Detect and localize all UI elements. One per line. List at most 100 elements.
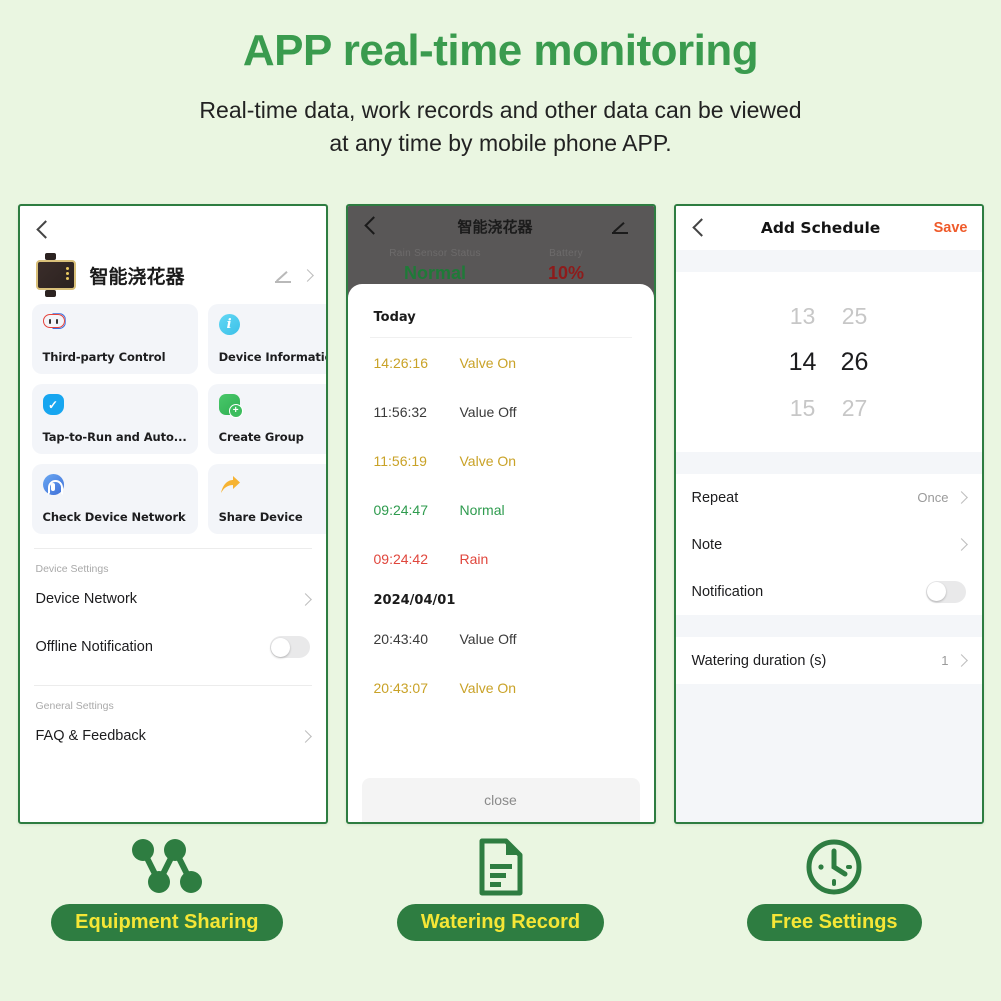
stat-value: 10% (547, 263, 585, 283)
pencil-icon[interactable] (274, 267, 291, 284)
grid-card-label: Third-party Control (42, 350, 166, 364)
log-entry: 20:43:40 Value Off (374, 614, 628, 663)
log-entry: 11:56:32 Value Off (374, 387, 628, 436)
empty-area (675, 684, 982, 822)
chevron-right-icon (298, 592, 312, 606)
document-lines-icon (476, 836, 526, 898)
stat-value: Normal (403, 263, 466, 283)
notification-toggle[interactable] (925, 580, 966, 603)
phone-screenshots-row: 智能浇花器 Third-party Control i Device Infor… (0, 204, 1001, 824)
grid-card-device-information[interactable]: i Device Information (207, 304, 326, 374)
log-time: 20:43:07 (373, 679, 429, 696)
row-label: Offline Notification (35, 639, 153, 655)
save-button[interactable]: Save (934, 220, 968, 236)
grid-card-label: Device Information (218, 350, 326, 364)
log-time: 11:56:19 (373, 452, 427, 469)
grid-card-tap-to-run[interactable]: ✓ Tap-to-Run and Auto... (31, 384, 198, 454)
log-entry: 14:26:16 Valve On (374, 338, 628, 387)
stat-battery: Battery 10% (501, 248, 632, 284)
chevron-right-icon (300, 268, 314, 282)
row-note[interactable]: Note (676, 521, 982, 568)
time-picker-row-above[interactable]: 13 25 (786, 303, 872, 330)
device-action-grid: Third-party Control i Device Information… (20, 304, 326, 534)
log-time: 09:24:42 (373, 550, 429, 567)
log-event: Valve On (459, 452, 517, 469)
grid-card-label: Tap-to-Run and Auto... (42, 430, 187, 444)
spacer (675, 615, 982, 637)
log-event: Normal (459, 501, 505, 518)
share-network-icon (129, 836, 205, 898)
log-time: 20:43:40 (373, 630, 429, 647)
hour-selected: 14 (788, 347, 817, 376)
row-label: Note (691, 536, 723, 553)
page-subtitle: Real-time data, work records and other d… (0, 94, 1001, 159)
log-event: Rain (459, 550, 489, 567)
hour-below: 15 (789, 394, 816, 421)
device-thumbnail-icon (35, 253, 76, 297)
phone3-title: Add Schedule (760, 219, 881, 237)
stat-caption: Rain Sensor Status (389, 248, 481, 259)
clock-icon (805, 836, 863, 898)
row-label: Repeat (691, 489, 739, 506)
phone1-navbar (20, 206, 326, 254)
feature-badges-row: Equipment Sharing Watering Record Free S… (0, 836, 1001, 976)
back-icon[interactable] (362, 217, 380, 235)
back-icon[interactable] (34, 221, 52, 239)
create-group-icon (218, 394, 243, 418)
device-name: 智能浇花器 (89, 265, 185, 288)
close-button[interactable]: close (361, 778, 640, 822)
grid-card-label: Check Device Network (42, 510, 186, 524)
pencil-icon[interactable] (611, 218, 628, 235)
log-event: Value Off (459, 630, 517, 647)
share-arrow-icon (219, 474, 240, 495)
grid-card-label: Create Group (218, 430, 304, 444)
phone2-navbar: 智能浇花器 (348, 206, 654, 246)
log-time: 11:56:32 (373, 403, 427, 420)
spacer (675, 452, 982, 474)
log-event: Valve On (459, 354, 517, 371)
log-event: Valve On (459, 679, 517, 696)
grid-card-create-group[interactable]: Create Group (207, 384, 326, 454)
log-event: Value Off (459, 403, 517, 420)
stat-rain-sensor: Rain Sensor Status Normal (370, 248, 501, 284)
grid-card-check-device-network[interactable]: Check Device Network (31, 464, 198, 534)
network-check-icon (42, 474, 64, 495)
minute-below: 27 (841, 394, 868, 421)
chevron-right-icon (954, 654, 968, 667)
feature-watering-record: Watering Record (334, 836, 668, 976)
row-device-network[interactable]: Device Network (20, 575, 326, 623)
feature-label: Watering Record (396, 904, 605, 941)
page-header: APP real-time monitoring Real-time data,… (0, 0, 1001, 160)
subtitle-line-1: Real-time data, work records and other d… (199, 97, 802, 124)
feature-free-settings: Free Settings (667, 836, 1001, 976)
row-faq-feedback[interactable]: FAQ & Feedback (20, 712, 326, 760)
log-entry: 20:43:07 Valve On (374, 663, 628, 712)
phone2-dimmed-background: 智能浇花器 Rain Sensor Status Normal Battery … (347, 206, 654, 822)
row-offline-notification[interactable]: Offline Notification (20, 623, 326, 671)
row-watering-duration[interactable]: Watering duration (s) 1 (676, 637, 982, 684)
offline-notification-toggle[interactable] (269, 636, 310, 658)
grid-card-share-device[interactable]: Share Device (207, 464, 326, 534)
watering-record-sheet: Today 14:26:16 Valve On 11:56:32 Value O… (347, 284, 654, 822)
row-label: Notification (691, 583, 764, 600)
row-value: 1 (941, 653, 949, 668)
row-value: Once (917, 490, 949, 505)
row-repeat[interactable]: Repeat Once (676, 474, 982, 521)
log-time: 14:26:16 (373, 354, 429, 371)
time-picker-row-selected[interactable]: 14 26 (786, 348, 872, 377)
row-notification[interactable]: Notification (676, 568, 982, 615)
back-icon[interactable] (690, 219, 708, 237)
page-title: APP real-time monitoring (242, 26, 759, 75)
log-group-date-today: Today (373, 310, 416, 325)
grid-card-third-party-control[interactable]: Third-party Control (31, 304, 198, 374)
time-picker[interactable]: 13 25 14 26 15 27 (675, 272, 982, 452)
row-label: Watering duration (s) (691, 652, 827, 669)
grid-card-label: Share Device (218, 510, 303, 524)
time-picker-row-below[interactable]: 15 27 (786, 395, 872, 422)
chevron-right-icon (954, 538, 968, 551)
chevron-right-icon (954, 491, 968, 504)
phone-screen-device-settings: 智能浇花器 Third-party Control i Device Infor… (17, 204, 328, 824)
feature-label: Free Settings (746, 904, 922, 941)
device-header-row[interactable]: 智能浇花器 (20, 253, 326, 304)
chevron-right-icon (298, 729, 312, 743)
